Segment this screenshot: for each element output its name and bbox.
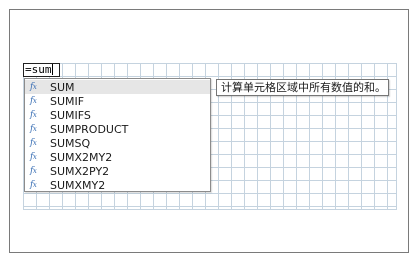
- function-icon: fx: [30, 138, 37, 148]
- autocomplete-item-sumxmy2[interactable]: fx SUMXMY2: [25, 178, 210, 192]
- autocomplete-item-label: SUMIF: [50, 94, 85, 108]
- autocomplete-item-sumx2py2[interactable]: fx SUMX2PY2: [25, 164, 210, 178]
- autocomplete-item-label: SUMX2PY2: [50, 164, 110, 178]
- autocomplete-item-sumifs[interactable]: fx SUMIFS: [25, 108, 210, 122]
- formula-text: =sum: [25, 63, 52, 76]
- function-icon: fx: [30, 180, 37, 190]
- autocomplete-item-sumproduct[interactable]: fx SUMPRODUCT: [25, 122, 210, 136]
- autocomplete-item-sumif[interactable]: fx SUMIF: [25, 94, 210, 108]
- autocomplete-item-label: SUM: [50, 80, 75, 94]
- autocomplete-item-label: SUMIFS: [50, 108, 91, 122]
- function-icon: fx: [30, 96, 37, 106]
- function-icon: fx: [30, 124, 37, 134]
- autocomplete-item-label: SUMPRODUCT: [50, 122, 129, 136]
- autocomplete-item-label: SUMX2MY2: [50, 150, 113, 164]
- autocomplete-item-sum[interactable]: fx SUM: [25, 80, 210, 94]
- autocomplete-item-sumx2my2[interactable]: fx SUMX2MY2: [25, 150, 210, 164]
- function-icon: fx: [30, 166, 37, 176]
- function-icon: fx: [30, 152, 37, 162]
- text-caret: [51, 64, 53, 75]
- formula-cell-editor[interactable]: =sum: [23, 63, 60, 77]
- function-description-tooltip: 计算单元格区域中所有数值的和。: [216, 79, 389, 96]
- autocomplete-item-sumsq[interactable]: fx SUMSQ: [25, 136, 210, 150]
- function-autocomplete-list[interactable]: fx SUM fx SUMIF fx SUMIFS fx SUMPRODUCT …: [24, 78, 211, 192]
- function-icon: fx: [30, 82, 37, 92]
- autocomplete-item-label: SUMSQ: [50, 136, 91, 150]
- tooltip-text: 计算单元格区域中所有数值的和。: [221, 81, 386, 94]
- autocomplete-item-label: SUMXMY2: [50, 178, 106, 192]
- function-icon: fx: [30, 110, 37, 120]
